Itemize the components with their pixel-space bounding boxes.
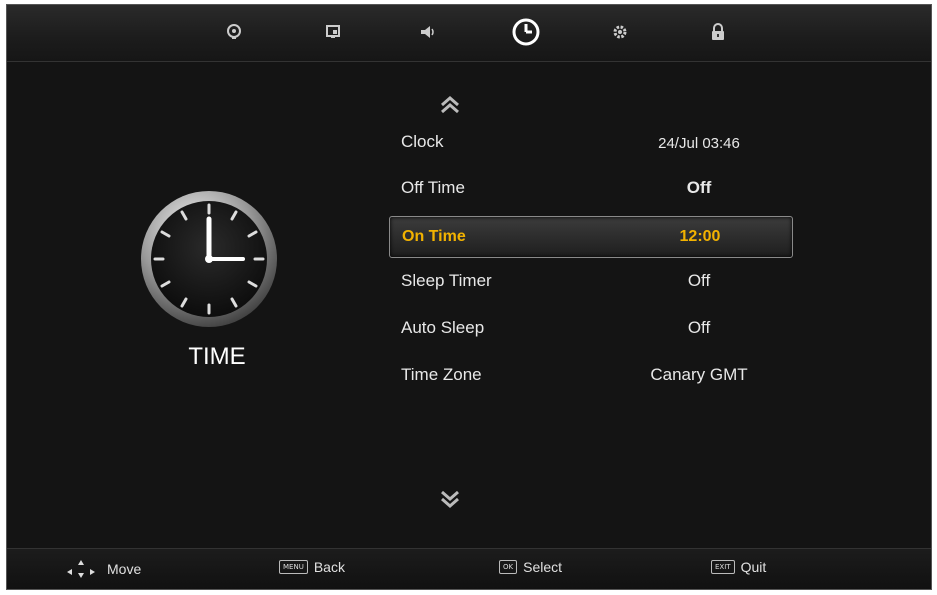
hint-select-label: Select	[523, 559, 563, 575]
setup-gear-icon[interactable]	[607, 19, 633, 45]
exit-key-icon: EXIT	[711, 560, 735, 574]
hint-quit: EXIT Quit	[711, 559, 766, 575]
menu-item-label: Off Time	[401, 178, 465, 197]
menu-item-value: 12:00	[679, 228, 721, 245]
menu-item-value: Canary GMT	[650, 365, 748, 384]
menu-item-label: Auto Sleep	[401, 318, 485, 337]
lock-icon[interactable]	[705, 19, 731, 45]
time-section-clock-icon	[137, 187, 281, 331]
scroll-down-icon[interactable]	[435, 489, 465, 511]
sound-icon[interactable]	[415, 19, 441, 45]
menu-item-on-time[interactable]: On Time 12:00	[389, 216, 793, 258]
ok-key-icon: OK	[499, 560, 518, 574]
footer-hint-bar: Move MENU Back OK Select EXIT Quit	[7, 548, 931, 589]
menu-item-label: Clock	[401, 132, 444, 151]
hint-select: OK Select	[499, 559, 562, 575]
menu-item-label: Sleep Timer	[401, 271, 492, 290]
menu-item-auto-sleep[interactable]: Auto Sleep Off	[389, 310, 793, 352]
hint-back-label: Back	[313, 559, 345, 575]
screen-icon[interactable]	[320, 19, 346, 45]
menu-item-label: On Time	[402, 228, 466, 245]
menu-item-clock[interactable]: Clock 24/Jul 03:46	[389, 124, 793, 166]
scroll-up-icon[interactable]	[435, 95, 465, 117]
hint-move: Move	[61, 559, 141, 579]
menu-item-value: 24/Jul 03:46	[658, 135, 740, 152]
hint-quit-label: Quit	[740, 559, 767, 575]
section-title: TIME	[188, 343, 246, 370]
top-menu-bar	[7, 5, 931, 62]
hint-move-label: Move	[107, 561, 142, 577]
arrow-keys-icon	[67, 560, 95, 578]
menu-key-icon: MENU	[279, 560, 308, 574]
menu-item-value: Off	[686, 178, 712, 197]
menu-item-sleep-timer[interactable]: Sleep Timer Off	[389, 263, 793, 305]
hint-back: MENU Back	[279, 559, 345, 575]
menu-item-time-zone[interactable]: Time Zone Canary GMT	[389, 357, 793, 399]
menu-item-value: Off	[687, 318, 711, 337]
tv-menu-screen: TIME Clock 24/Jul 03:46 Off Time Off On …	[6, 4, 932, 590]
menu-item-value: Off	[687, 271, 711, 290]
picture-icon[interactable]	[221, 19, 247, 45]
menu-item-label: Time Zone	[401, 365, 482, 384]
menu-item-off-time[interactable]: Off Time Off	[389, 170, 793, 212]
clock-icon[interactable]	[509, 15, 543, 49]
